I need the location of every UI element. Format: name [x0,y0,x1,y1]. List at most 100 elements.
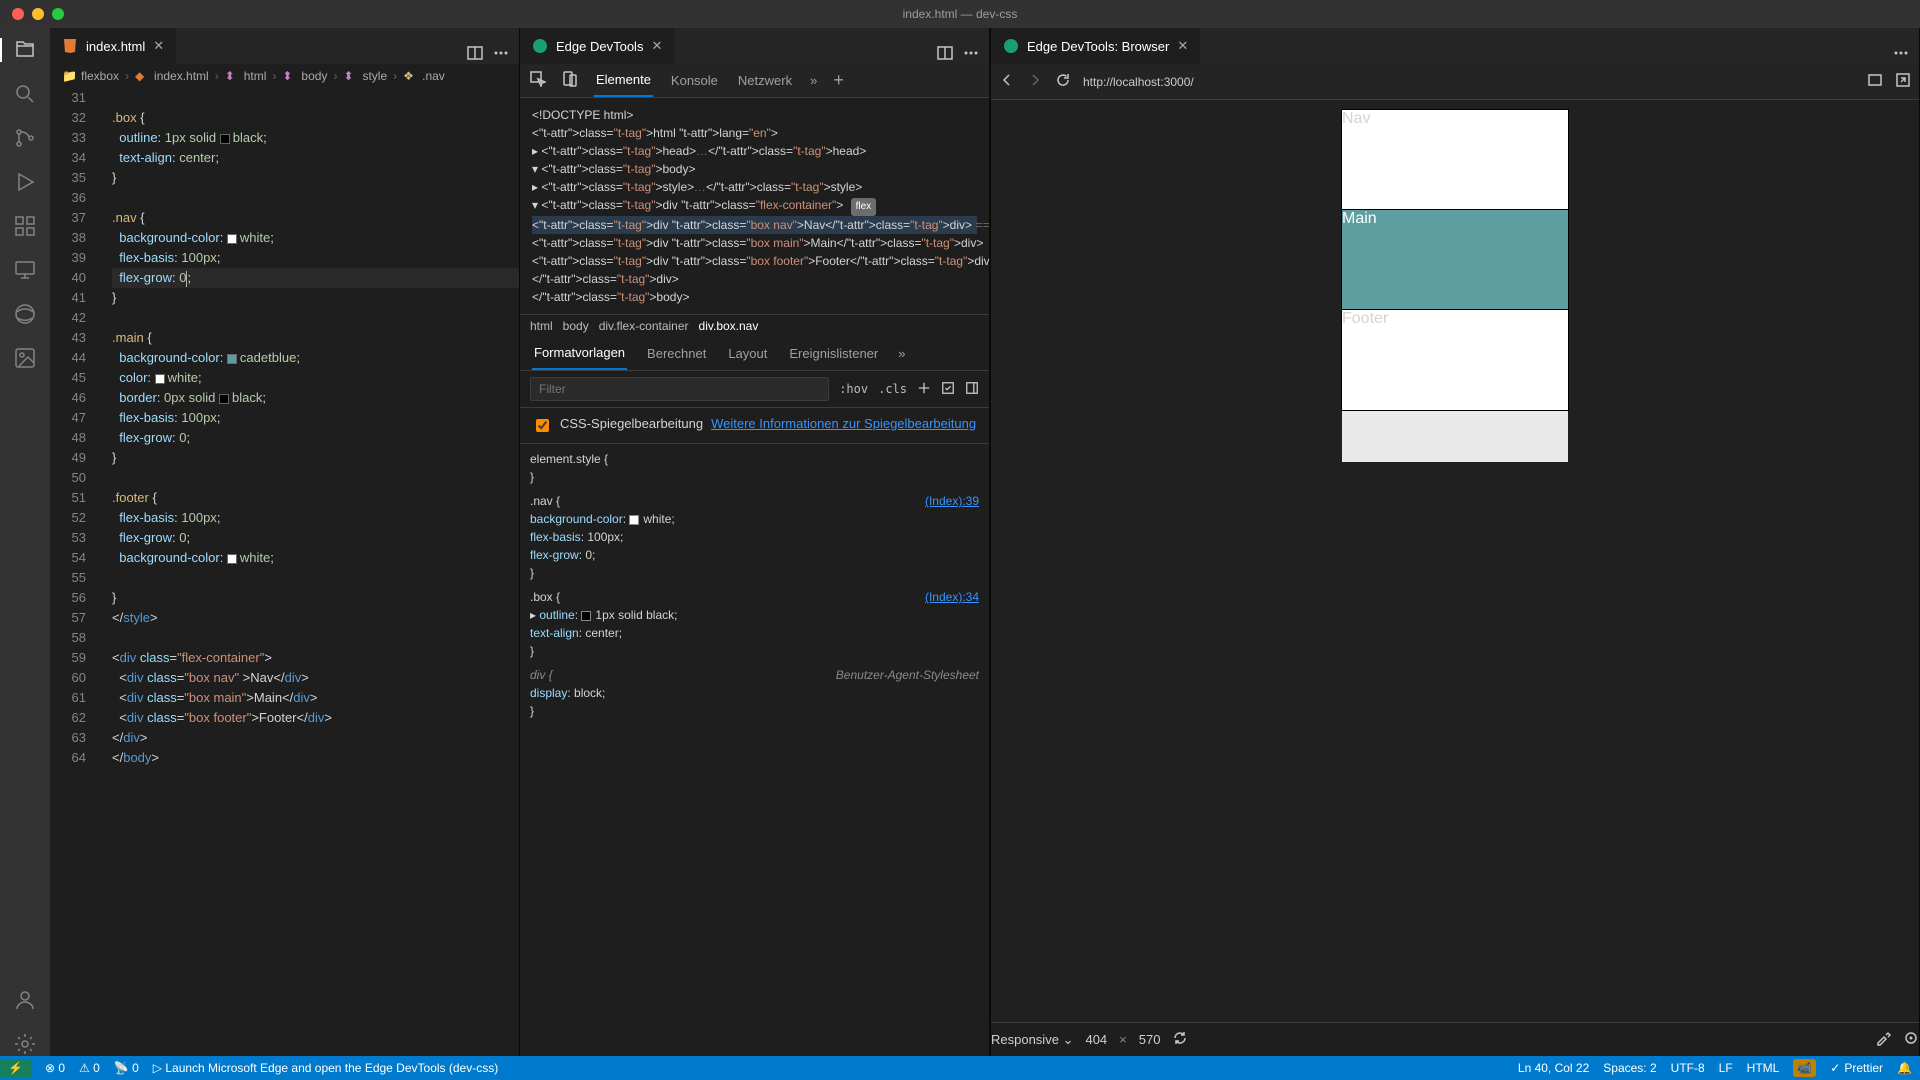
tab-index-html[interactable]: index.html ✕ [50,28,177,64]
device-emulation-icon[interactable] [562,71,578,90]
language-mode[interactable]: HTML [1747,1061,1780,1075]
styles-panel: Formatvorlagen Berechnet Layout Ereignis… [520,337,989,1056]
forward-icon[interactable] [1027,72,1043,91]
prettier-status[interactable]: ✓ Prettier [1830,1061,1883,1075]
cls-toggle[interactable]: .cls [878,382,907,396]
symbol-icon: ⬍ [343,69,357,83]
tab-label: Edge DevTools [556,39,643,54]
more-actions-icon[interactable] [1893,45,1909,64]
more-tabs-icon[interactable]: » [898,346,905,361]
notifications-icon[interactable]: 🔔 [1897,1061,1912,1075]
symbol-icon: ❖ [403,69,417,83]
code-editor[interactable]: 3132333435363738394041424344454647484950… [50,88,519,1056]
dom-tree[interactable]: <!DOCTYPE html><"t-attr">class="t-tag">h… [520,98,989,314]
window-title: index.html — dev-css [0,7,1920,21]
editor-actions [457,45,519,64]
rotate-icon[interactable] [1172,1030,1188,1049]
extensions-icon[interactable] [1,214,49,238]
viewport-width[interactable]: 404 [1085,1032,1107,1047]
browser-toolbar: http://localhost:3000/ [991,64,1919,100]
problems-errors[interactable]: ⊗ 0 [45,1061,65,1075]
styles-filter-input[interactable] [530,377,829,401]
more-actions-icon[interactable] [963,45,979,64]
explorer-icon[interactable] [0,38,48,62]
search-icon[interactable] [1,82,49,106]
ports[interactable]: 📡 0 [114,1061,139,1075]
editor-tabs: index.html ✕ [50,28,519,64]
launch-edge-button[interactable]: ▷ Launch Microsoft Edge and open the Edg… [153,1061,498,1075]
tab-edge-browser[interactable]: Edge DevTools: Browser ✕ [991,28,1201,64]
inspect-element-icon[interactable] [530,71,546,90]
accounts-icon[interactable] [1,988,49,1012]
tab-label: Edge DevTools: Browser [1027,39,1169,54]
tab-formatvorlagen[interactable]: Formatvorlagen [532,337,627,370]
tab-label: index.html [86,39,145,54]
screencast-icon[interactable] [1867,72,1883,91]
encoding[interactable]: UTF-8 [1671,1061,1705,1075]
device-mode-select[interactable]: Responsive ⌄ [991,1032,1073,1048]
dom-breadcrumb[interactable]: html body div.flex-container div.box.nav [520,314,989,337]
chevron-down-icon: ⌄ [1063,1032,1074,1047]
new-style-rule-icon[interactable] [917,381,931,398]
eol[interactable]: LF [1719,1061,1733,1075]
settings-gear-icon[interactable] [1,1032,49,1056]
html-file-icon [62,38,78,54]
hov-toggle[interactable]: :hov [839,382,868,396]
run-debug-icon[interactable] [1,170,49,194]
image-generation-icon[interactable] [1,346,49,370]
split-editor-icon[interactable] [937,45,953,64]
go-icon[interactable] [1895,72,1911,91]
tab-elemente[interactable]: Elemente [594,64,653,97]
eyedropper-icon[interactable] [1875,1030,1891,1049]
css-mirror-editing: CSS-Spiegelbearbeitung Weitere Informati… [520,408,989,444]
edge-tools-icon[interactable] [1,302,49,326]
tab-edge-devtools[interactable]: Edge DevTools ✕ [520,28,675,64]
tab-layout[interactable]: Layout [726,338,769,369]
back-icon[interactable] [999,72,1015,91]
cursor-position[interactable]: Ln 40, Col 22 [1518,1061,1589,1075]
add-tab-icon[interactable]: + [833,70,844,91]
mirror-checkbox[interactable] [536,419,549,432]
close-icon[interactable]: ✕ [1177,38,1188,54]
screencast-status-icon[interactable]: 📹 [1793,1059,1816,1077]
toggle-common-icon[interactable] [941,381,955,398]
symbol-icon: ⬍ [282,69,296,83]
more-actions-icon[interactable] [493,45,509,64]
emulated-page[interactable]: Nav Main Footer [1342,110,1568,462]
remote-explorer-icon[interactable] [1,258,49,282]
devtools-editor-tab: Edge DevTools ✕ [520,28,989,64]
breadcrumbs[interactable]: 📁flexbox› ◆index.html› ⬍html› ⬍body› ⬍st… [50,64,519,88]
tab-netzwerk[interactable]: Netzwerk [736,65,794,96]
tab-berechnet[interactable]: Berechnet [645,338,708,369]
tab-konsole[interactable]: Konsole [669,65,720,96]
edge-icon [532,38,548,54]
viewport-height[interactable]: 570 [1139,1032,1161,1047]
devtools-toolbar: Elemente Konsole Netzwerk » + [520,64,989,98]
activity-bar [0,28,50,1056]
browser-column: Edge DevTools: Browser ✕ http://localhos… [990,28,1920,1056]
close-icon[interactable]: ✕ [153,38,164,54]
close-icon[interactable]: ✕ [651,38,662,54]
times-icon: × [1119,1032,1127,1047]
mirror-info-link[interactable]: Weitere Informationen zur Spiegelbearbei… [711,416,976,431]
device-bar: Responsive ⌄ 404 × 570 [991,1022,1919,1056]
status-bar: ⚡ ⊗ 0 ⚠ 0 📡 0 ▷ Launch Microsoft Edge an… [0,1056,1920,1080]
inspect-icon[interactable] [1903,1030,1919,1049]
reload-icon[interactable] [1055,72,1071,91]
preview-footer-box: Footer [1342,310,1568,410]
split-editor-icon[interactable] [467,45,483,64]
problems-warnings[interactable]: ⚠ 0 [79,1061,100,1075]
more-tabs-icon[interactable]: » [810,73,817,88]
computed-sidebar-icon[interactable] [965,381,979,398]
indentation[interactable]: Spaces: 2 [1603,1061,1656,1075]
devtools-column: Edge DevTools ✕ Elemente Konsole Netzwer… [520,28,990,1056]
preview-main-box: Main [1342,210,1568,310]
editor-column: index.html ✕ 📁flexbox› ◆index.html› ⬍htm… [50,28,520,1056]
url-bar[interactable]: http://localhost:3000/ [1083,75,1855,89]
source-control-icon[interactable] [1,126,49,150]
symbol-icon: ⬍ [225,69,239,83]
remote-indicator[interactable]: ⚡ [0,1059,31,1077]
tab-ereignislistener[interactable]: Ereignislistener [787,338,880,369]
css-rules[interactable]: element.style {}.nav {(Index):39 backgro… [520,444,989,1056]
html-file-icon: ◆ [135,69,149,83]
